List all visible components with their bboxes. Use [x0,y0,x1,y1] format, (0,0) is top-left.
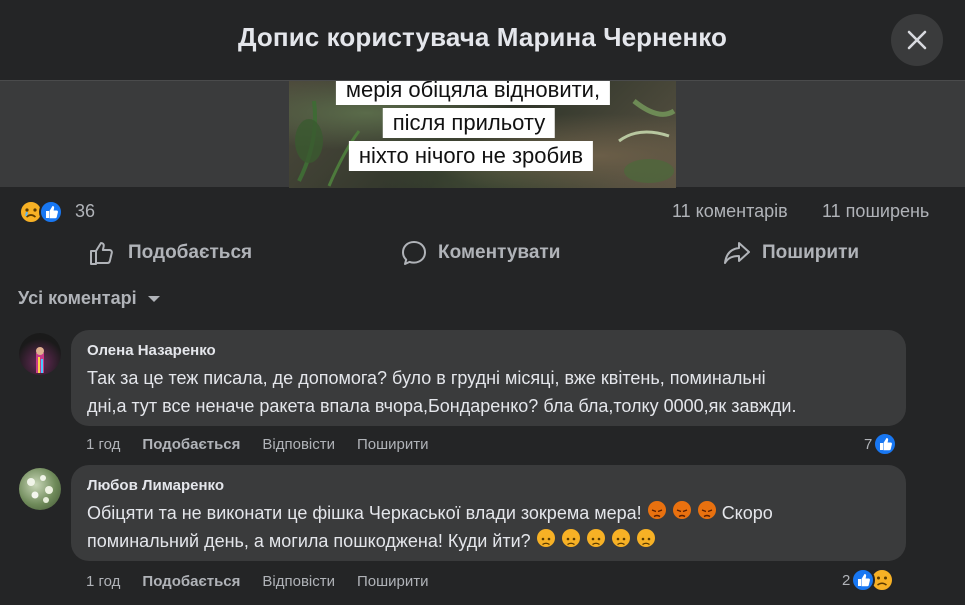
comment-author[interactable]: Любов Лимаренко [87,477,890,494]
comment-bubble: Олена Назаренко Так за це теж писала, де… [71,330,906,426]
comment-text-segment: поминальний день, а могила пошкоджена! К… [87,531,531,551]
reactions-count[interactable]: 36 [75,201,95,222]
like-reaction-icon [39,200,63,224]
avatar[interactable] [19,333,61,375]
reaction-icons[interactable] [18,199,68,225]
like-and-sad-reaction-icons [851,568,895,592]
post-media-strip: мерія обіцяла відновити, після прильоту … [0,80,965,188]
comment-bubble: Любов Лимаренко Обіцяти та не виконати ц… [71,465,906,561]
close-icon [907,30,927,50]
comment-text-segment: Скоро [721,503,773,523]
comment-share-button[interactable]: Поширити [357,573,429,590]
close-button[interactable] [891,14,943,66]
comment-reaction-count: 2 [842,571,851,589]
comment-reactions[interactable]: 2 [842,567,896,593]
comment-time[interactable]: 1 год [86,436,120,453]
sad-emoji-icon [561,529,580,547]
comment-text-line: Обіцяти та не виконати це фішка Черкаськ… [87,499,890,527]
angry-emoji-icon [672,501,691,519]
comment-like-button[interactable]: Подобається [142,573,240,590]
caret-down-icon [147,295,160,302]
photo-caption-line-2: після прильоту [382,108,556,138]
avatar[interactable] [19,468,61,510]
comment-text-line: Так за це теж писала, де допомога? було … [87,368,766,388]
comment-reply-button[interactable]: Відповісти [262,573,335,590]
comment-reply-button[interactable]: Відповісти [262,436,335,453]
like-button[interactable]: Подобається [88,237,252,269]
comment-author[interactable]: Олена Назаренко [87,342,890,359]
shares-count[interactable]: 11 поширень [822,201,929,222]
sad-emoji-icon [636,529,655,547]
dialog-title: Допис користувача Марина Черненко [237,22,728,52]
comment-text-line: дні,а тут все неначе ракета впала вчора,… [87,396,797,416]
dialog-header: Допис користувача Марина Черненко [0,0,965,80]
comment-button[interactable]: Коментувати [400,237,560,269]
comment-like-button[interactable]: Подобається [142,436,240,453]
thumbs-up-icon [90,242,113,265]
post-stats: 36 11 коментарів 11 поширень [0,192,965,232]
comment-meta: 1 год Подобається Відповісти Поширити [86,573,429,590]
photo-caption-line-1: мерія обіцяла відновити, [335,81,611,105]
angry-emoji-icon [697,501,716,519]
comments-count[interactable]: 11 коментарів [672,201,788,222]
sad-emoji-icon [536,529,555,547]
share-arrow-icon [724,242,750,264]
comment-reaction-count: 7 [864,435,873,453]
sad-emoji-icon [611,529,630,547]
comment-text: Так за це теж писала, де допомога? було … [87,364,890,420]
share-label: Поширити [762,242,860,263]
sad-reaction-icon [19,200,43,224]
post-photo[interactable]: мерія обіцяла відновити, після прильоту … [289,81,676,188]
comment-time[interactable]: 1 год [86,573,120,590]
post-action-bar: Подобається Коментувати Поширити [0,232,965,274]
angry-emoji-icon [647,501,666,519]
sad-emoji-icon [586,529,605,547]
like-reaction-icon [873,432,898,456]
like-label: Подобається [128,242,253,263]
comment-text-line: поминальний день, а могила пошкоджена! К… [87,527,890,555]
share-button[interactable]: Поширити [722,237,859,269]
comment-reactions[interactable]: 7 [864,431,898,457]
comment-meta: 1 год Подобається Відповісти Поширити [86,436,429,453]
comment-bubble-icon [402,241,426,265]
comment-share-button[interactable]: Поширити [357,436,429,453]
comment-text: Обіцяти та не виконати це фішка Черкаськ… [87,499,890,555]
photo-caption-line-3: ніхто нічого не зробив [348,141,594,171]
comments-filter-dropdown[interactable]: Усі коментарі [18,288,161,309]
comments-filter-label: Усі коментарі [18,288,137,308]
comment-text-segment: Обіцяти та не виконати це фішка Черкаськ… [87,503,642,523]
comment-label: Коментувати [438,242,561,263]
